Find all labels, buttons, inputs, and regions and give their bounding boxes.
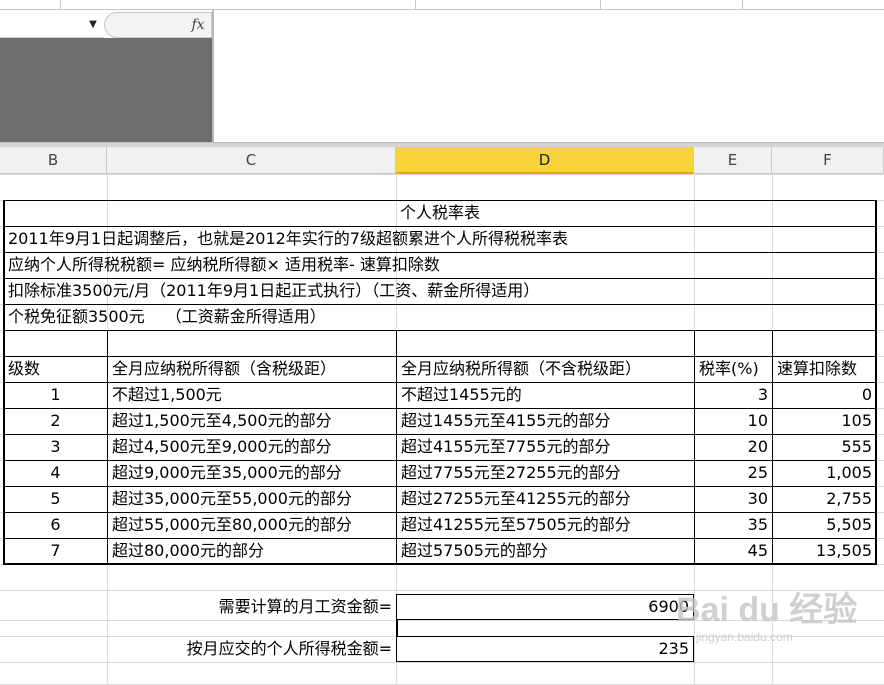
ribbon-divider: [415, 0, 416, 10]
cell-deduction: 105: [841, 411, 872, 430]
tax-label: 按月应交的个人所得税金额=: [186, 639, 392, 658]
note-line: 2011年9月1日起调整后，也就是2012年实行的7级超额累进个人所得税税率表: [8, 229, 568, 248]
cursor-mark: [396, 620, 398, 636]
cell-rate: 20: [747, 437, 768, 456]
cell-rate: 3: [757, 385, 768, 404]
cell-rate: 25: [747, 463, 768, 482]
cell-without-tax: 超过57505元的部分: [401, 541, 548, 560]
table-title: 个人税率表: [399, 203, 480, 222]
cell-with-tax: 超过4,500元至9,000元的部分: [112, 437, 332, 456]
cell-deduction: 13,505: [816, 541, 872, 560]
formula-dropdown-pane: [0, 38, 212, 142]
header-rate: 税率(%): [699, 359, 759, 378]
cell-deduction: 1,005: [826, 463, 872, 482]
cell-rate: 35: [747, 515, 768, 534]
cell-deduction: 0: [861, 385, 872, 404]
header-deduction: 速算扣除数: [777, 359, 858, 378]
cell-level: 4: [50, 463, 61, 482]
header-without-tax: 全月应纳税所得额（不含税级距）: [401, 359, 642, 378]
cell-level: 6: [50, 515, 61, 534]
header-level: 级数: [8, 359, 41, 378]
cell-deduction: 2,755: [826, 489, 872, 508]
column-header-e[interactable]: E: [694, 147, 772, 174]
column-header-f[interactable]: F: [772, 147, 884, 174]
cell-without-tax: 超过1455元至4155元的部分: [401, 411, 611, 430]
cell-with-tax: 不超过1,500元: [112, 385, 222, 404]
gridline-h: [0, 174, 884, 175]
cell-with-tax: 超过35,000元至55,000元的部分: [112, 489, 352, 508]
note-line: 个税免征额3500元 （工资薪金所得适用）: [8, 307, 326, 326]
chevron-down-icon[interactable]: ▼: [86, 12, 100, 38]
note-line: 应纳个人所得税税额= 应纳税所得额× 适用税率- 速算扣除数: [8, 255, 440, 274]
tax-result[interactable]: 235: [397, 636, 693, 662]
cell-without-tax: 超过7755元至27255元的部分: [401, 463, 621, 482]
cell-level: 3: [50, 437, 61, 456]
cell-rate: 10: [747, 411, 768, 430]
cell-level: 7: [50, 541, 61, 560]
column-header-b[interactable]: B: [0, 147, 107, 174]
cell-with-tax: 超过55,000元至80,000元的部分: [112, 515, 352, 534]
ribbon-divider: [742, 0, 743, 10]
baidu-watermark: Bai du 经验 jingyan.baidu.com: [676, 590, 876, 654]
cell-deduction: 5,505: [826, 515, 872, 534]
cell-deduction: 555: [841, 437, 872, 456]
cell-level: 2: [50, 411, 61, 430]
cell-without-tax: 不超过1455元的: [401, 385, 522, 404]
ribbon-divider: [60, 0, 61, 10]
cell-with-tax: 超过1,500元至4,500元的部分: [112, 411, 332, 430]
header-with-tax: 全月应纳税所得额（含税级距）: [112, 359, 337, 378]
ribbon-remnant: [0, 0, 884, 10]
cell-rate: 45: [747, 541, 768, 560]
column-header-d[interactable]: D: [396, 147, 694, 174]
insert-function-icon[interactable]: fx: [186, 12, 210, 38]
cell-without-tax: 超过41255元至57505元的部分: [401, 515, 631, 534]
ribbon-divider: [600, 0, 601, 10]
column-header-c[interactable]: C: [107, 147, 396, 174]
cell-rate: 30: [747, 489, 768, 508]
cell-with-tax: 超过9,000元至35,000元的部分: [112, 463, 342, 482]
gridline-h: [0, 662, 884, 663]
watermark-url: jingyan.baidu.com: [696, 630, 793, 644]
note-line: 扣除标准3500元/月（2011年9月1日起正式执行）（工资、薪金所得适用）: [8, 281, 540, 300]
salary-label: 需要计算的月工资金额=: [218, 597, 392, 616]
pane-divider[interactable]: [212, 10, 214, 142]
cell-level: 5: [50, 489, 61, 508]
salary-input[interactable]: 6900: [397, 594, 693, 620]
cell-without-tax: 超过27255元至41255元的部分: [401, 489, 631, 508]
watermark-text: Bai du 经验: [676, 591, 858, 629]
cell-level: 1: [50, 385, 61, 404]
table-rule-h: [3, 330, 877, 331]
cell-with-tax: 超过80,000元的部分: [112, 541, 264, 560]
cell-without-tax: 超过4155元至7755元的部分: [401, 437, 611, 456]
